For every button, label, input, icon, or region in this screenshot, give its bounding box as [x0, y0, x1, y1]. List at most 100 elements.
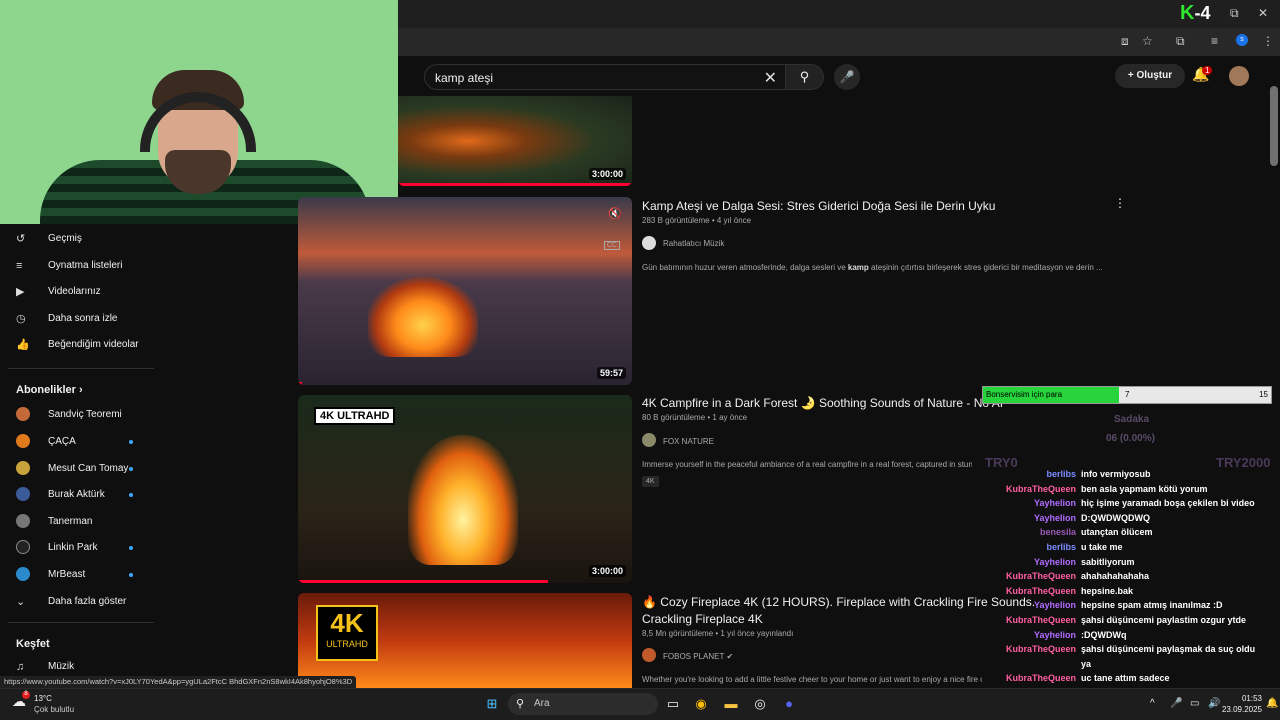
channel-avatar: [16, 434, 30, 449]
sidebar-divider: [8, 368, 154, 369]
sidebar-sub-item[interactable]: MrBeast: [16, 562, 152, 588]
discord-icon[interactable]: ●: [778, 693, 800, 715]
chat-text: şahsi düşüncemi paylastim ozgur ytde: [1081, 615, 1247, 625]
task-view-icon[interactable]: ▭: [662, 693, 684, 715]
sidebar-item-history[interactable]: ↺ Geçmiş: [16, 226, 152, 252]
channel-name[interactable]: FOX NATURE: [663, 437, 714, 446]
sidebar-sub-label: Burak Aktürk: [48, 489, 105, 500]
cc-icon[interactable]: CC: [603, 241, 620, 250]
sadaka-percent: 06 (0.00%): [1106, 433, 1155, 444]
search-input[interactable]: kamp ateşi: [435, 71, 493, 85]
network-icon[interactable]: ▭: [1190, 698, 1199, 709]
search-box[interactable]: kamp ateşi ✕: [424, 64, 786, 90]
sidebar-sub-item[interactable]: Tanerman: [16, 509, 152, 535]
chat-username: KubraTheQueen: [1005, 571, 1076, 582]
chat-text: ahahahahahaha: [1081, 571, 1150, 582]
sidebar-item-liked[interactable]: 👍 Beğendiğim videolar: [16, 332, 152, 358]
volume-icon[interactable]: 🔊: [1208, 698, 1220, 709]
history-icon: ↺: [16, 233, 26, 245]
chrome-icon[interactable]: ◉: [690, 693, 712, 715]
mute-icon[interactable]: 🔇: [608, 207, 622, 220]
sidebar-sub-item[interactable]: Mesut Can Tomay: [16, 456, 152, 482]
video-meta: 80 B görüntüleme • 1 ay önce: [642, 413, 748, 422]
channel-avatar[interactable]: [642, 433, 656, 447]
mic-tray-icon[interactable]: 🎤: [1170, 698, 1182, 709]
taskbar-search[interactable]: ⚲ Ara: [508, 693, 658, 715]
video-thumbnail[interactable]: 3:00:00: [398, 96, 632, 186]
chat-text: :DQWDWq: [1081, 629, 1127, 640]
sidebar-sub-label: Sandviç Teoremi: [48, 409, 122, 420]
subscriptions-label: Abonelikler: [16, 384, 76, 396]
close-icon[interactable]: ✕: [1258, 6, 1268, 20]
restore-icon[interactable]: ⧉: [1230, 6, 1239, 21]
video-thumbnail[interactable]: 4K ULTRAHD: [298, 593, 632, 688]
desc-text: Gün batımının huzur veren atmosferinde, …: [642, 263, 848, 272]
clear-search-icon[interactable]: ✕: [764, 68, 777, 88]
extensions-icon[interactable]: ⧉: [1176, 34, 1185, 49]
sidebar-sub-item[interactable]: ÇAÇA: [16, 429, 152, 455]
cast-icon[interactable]: ⧈: [1121, 34, 1129, 49]
video-duration: 3:00:00: [588, 168, 626, 180]
chevron-up-icon[interactable]: ^: [1150, 698, 1155, 709]
subscriptions-title[interactable]: Abonelikler ›: [16, 384, 83, 396]
video-thumbnail[interactable]: 4K ULTRAHD 3:00:00: [298, 395, 632, 583]
goal-current: 7: [1125, 390, 1130, 399]
verified-icon: ✔: [726, 652, 734, 661]
new-content-dot: [129, 493, 133, 497]
sidebar-sub-item[interactable]: Burak Aktürk: [16, 482, 152, 508]
sidebar-item-playlists[interactable]: ≡ Oynatma listeleri: [16, 253, 152, 279]
page-scrollbar[interactable]: [1270, 86, 1278, 166]
chat-text: sabitliyorum: [1081, 556, 1135, 567]
bookmark-star-icon[interactable]: ☆: [1142, 34, 1153, 48]
badge-text: ULTRAHD: [326, 639, 368, 649]
show-more-button[interactable]: ⌄ Daha fazla göster: [16, 589, 152, 615]
search-button[interactable]: ⚲: [786, 64, 824, 90]
channel-name-text: FOBOS PLANET: [663, 652, 725, 661]
try-left: TRY0: [985, 455, 1018, 470]
sidebar-sub-label: MrBeast: [48, 569, 86, 580]
media-control-icon[interactable]: ≡: [1211, 34, 1218, 48]
try-right: TRY2000: [1216, 455, 1271, 470]
search-icon: ⚲: [516, 698, 525, 710]
start-icon[interactable]: ⊞: [481, 693, 503, 715]
channel-avatar[interactable]: [642, 236, 656, 250]
channel-name[interactable]: Rahatlatıcı Müzik: [663, 239, 724, 248]
create-button[interactable]: + Oluştur: [1115, 64, 1185, 88]
plus-icon: +: [1127, 70, 1137, 81]
goal-label: Bonservisim için para: [986, 390, 1063, 399]
file-explorer-icon[interactable]: ▬: [720, 693, 742, 715]
chevron-right-icon: ›: [78, 384, 83, 396]
chat-message: Yayhelion D:QWDWQDWQ: [982, 513, 1280, 523]
sidebar-item-label: Videolarınız: [48, 286, 101, 297]
notification-center-icon[interactable]: 🔔: [1266, 698, 1278, 709]
browser-menu-icon[interactable]: ⋮: [1262, 34, 1274, 48]
channel-avatar: [16, 461, 30, 476]
sidebar-item-label: Beğendiğim videolar: [48, 339, 139, 350]
chat-message: KubraTheQueen şahsi düşüncemi paylastim o…: [982, 615, 1280, 625]
new-content-dot: [129, 467, 133, 471]
more-options-icon[interactable]: ⋮: [1114, 196, 1126, 210]
video-title[interactable]: 4K Campfire in a Dark Forest 🌛 Soothing …: [642, 396, 1003, 410]
chat-text: ya: [1081, 658, 1092, 669]
obs-icon[interactable]: ◎: [749, 693, 771, 715]
sidebar-sub-item[interactable]: Sandviç Teoremi: [16, 402, 152, 428]
channel-name[interactable]: FOBOS PLANET ✔: [663, 652, 733, 661]
channel-avatar[interactable]: [642, 648, 656, 662]
video-title[interactable]: Kamp Ateşi ve Dalga Sesi: Stres Giderici…: [642, 199, 995, 213]
video-thumbnail[interactable]: 🔇 CC 59:57: [298, 197, 632, 385]
chevron-down-icon: ⌄: [16, 596, 26, 608]
sidebar-item-watch-later[interactable]: ◷ Daha sonra izle: [16, 306, 152, 332]
chat-username: berlibs: [1046, 542, 1076, 552]
clock-time[interactable]: 01:53: [1226, 694, 1262, 703]
video-description: Whether you're looking to add a little f…: [642, 675, 982, 684]
voice-search-button[interactable]: 🎤: [834, 64, 860, 90]
taskbar-search-placeholder: Ara: [534, 698, 550, 709]
profile-icon[interactable]: s: [1236, 34, 1248, 46]
avatar[interactable]: [1229, 66, 1249, 86]
sidebar-sub-item[interactable]: Linkin Park: [16, 535, 152, 561]
clock-date[interactable]: 23.09.2025: [1220, 705, 1262, 714]
new-content-dot: [129, 546, 133, 550]
sidebar-item-your-videos[interactable]: ▶ Videolarınız: [16, 279, 152, 305]
video-duration: 59:57: [596, 367, 626, 379]
channel-avatar: [16, 407, 30, 422]
